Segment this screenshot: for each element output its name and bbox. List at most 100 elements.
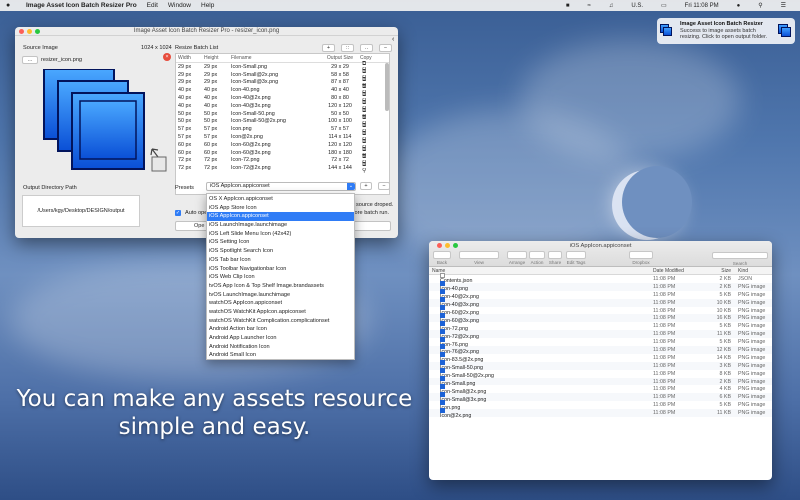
file-size: 16 KB (716, 315, 731, 322)
file-date-modified: 11:08 PM (653, 323, 676, 330)
preset-option[interactable]: iOS Web Clip Icon (207, 273, 354, 282)
preset-option[interactable]: Android Small Icon (207, 351, 354, 360)
row-width: 50 px (178, 110, 192, 117)
file-size: 5 KB (719, 402, 731, 409)
input-locale[interactable]: U.S. (631, 3, 643, 9)
row-output-size: 50 x 50 (331, 110, 349, 117)
preset-option[interactable]: iOS AppIcon.appiconset (207, 212, 354, 222)
menu-help[interactable]: Help (201, 2, 214, 9)
apple-icon[interactable]: ● (6, 2, 16, 9)
more-button[interactable]: .. (360, 44, 373, 52)
table-row[interactable]: 72 px 72 px Icon-72@2x.png 144 x 144 ⧉ ⚲ (176, 162, 389, 174)
remove-size-button[interactable]: − (379, 44, 392, 52)
back-forward-button[interactable]: Back (433, 251, 451, 265)
battery-icon[interactable]: ▭ (661, 2, 667, 9)
finder-window: iOS AppIcon.appiconset Back View Arrange… (429, 241, 772, 480)
preset-option[interactable]: iOS Tab bar Icon (207, 256, 354, 265)
collapse-icon[interactable]: ‹ (392, 36, 394, 43)
column-header-width[interactable]: Width (176, 55, 202, 61)
preset-option[interactable]: Android Notification Icon (207, 343, 354, 352)
action-button[interactable]: Action (529, 251, 545, 265)
file-size: 5 KB (719, 291, 731, 298)
row-output-size: 87 x 87 (331, 79, 349, 86)
preset-option[interactable]: iOS LaunchImage.launchimage (207, 221, 354, 230)
table-scrollbar[interactable] (385, 63, 389, 111)
file-date-modified: 11:08 PM (653, 275, 676, 282)
column-header-filename[interactable]: Filename (229, 55, 320, 61)
file-date-modified: 11:08 PM (653, 370, 676, 377)
row-height: 57 px (204, 126, 218, 133)
row-height: 40 px (204, 95, 218, 102)
column-header-kind[interactable]: Kind (735, 268, 772, 274)
presets-dropdown-menu[interactable]: OS X AppIcon.appiconset iOS App Store Ico… (206, 193, 355, 360)
user-icon[interactable]: ● (737, 3, 741, 9)
row-filename: Icon-72.png (231, 157, 260, 164)
row-height: 50 px (204, 118, 218, 125)
app-icon (778, 24, 792, 38)
notification-banner[interactable]: Image Asset Icon Batch Resizer Success t… (657, 18, 795, 44)
choose-source-button[interactable]: ... (22, 56, 38, 64)
file-date-modified: 11:08 PM (653, 339, 676, 346)
column-header-date-modified[interactable]: Date Modified (650, 268, 705, 274)
arrange-button[interactable]: Arrange (507, 251, 527, 265)
preset-option[interactable]: OS X AppIcon.appiconset (207, 195, 354, 204)
preset-option[interactable]: iOS Spotlight Search Icon (207, 247, 354, 256)
add-preset-button[interactable]: + (360, 182, 372, 190)
resize-batch-list-label: Resize Batch List (175, 45, 219, 51)
menu-edit[interactable]: Edit (147, 2, 158, 9)
preset-option[interactable]: watchOS WatchKit Complication.complicati… (207, 317, 354, 326)
file-row[interactable]: Icon@2x.png 11:08 PM 11 KB PNG image (429, 407, 772, 419)
grid-button[interactable]: :: (341, 44, 354, 52)
file-size: 3 KB (719, 362, 731, 369)
share-button[interactable]: Share (548, 251, 562, 265)
add-size-button[interactable]: + (322, 44, 335, 52)
row-filename: Icon.png (231, 126, 252, 133)
file-kind: PNG image (738, 339, 766, 346)
clear-source-icon[interactable]: × (163, 53, 171, 61)
preset-option[interactable]: Android App Launcher Icon (207, 334, 354, 343)
row-output-size: 58 x 58 (331, 71, 349, 78)
preset-option[interactable]: iOS Setting Icon (207, 238, 354, 247)
notification-center-icon[interactable]: ☰ (781, 2, 786, 9)
row-filename: Icon-Small-50.png (231, 110, 275, 117)
preset-option[interactable]: iOS Left Slide Menu Icon (42x42) (207, 230, 354, 239)
preset-option[interactable]: iOS App Store Icon (207, 204, 354, 213)
preset-option[interactable]: tvOS App Icon & Top Shelf Image.brandass… (207, 282, 354, 291)
presets-select[interactable]: iOS AppIcon.appiconset ⌄ (206, 182, 356, 191)
magnifier-icon[interactable]: ⚲ (360, 168, 366, 174)
column-header-output-size[interactable]: Output Size (320, 55, 358, 61)
finder-file-list: Contents.json 11:08 PM 2 KB JSON Icon-40.png… (429, 273, 772, 419)
volume-icon[interactable]: ♫ (609, 3, 614, 9)
preset-option[interactable]: iOS Toolbar Navigationbar Icon (207, 265, 354, 274)
preset-option[interactable]: Android Action bar Icon (207, 325, 354, 334)
preset-option[interactable]: watchOS WatchKit AppIcon.appiconset (207, 308, 354, 317)
chevron-down-icon: ⌄ (347, 183, 355, 190)
cloud (520, 40, 740, 160)
menubar: ● Image Asset Icon Batch Resizer Pro Edi… (0, 0, 800, 11)
preset-option[interactable]: watchOS AppIcon.appiconset (207, 299, 354, 308)
auto-open-checkbox[interactable]: ✓ (175, 210, 181, 216)
view-button[interactable]: View (459, 251, 499, 265)
row-width: 60 px (178, 149, 192, 156)
preset-option[interactable]: tvOS LaunchImage.launchimage (207, 291, 354, 300)
file-size: 11 KB (716, 331, 731, 338)
output-directory-field[interactable]: /Users/kgy/Desktop/DESIGN/output (22, 195, 140, 227)
dropbox-button[interactable]: Dropbox (629, 251, 653, 265)
menu-app-name[interactable]: Image Asset Icon Batch Resizer Pro (26, 2, 137, 9)
wifi-icon[interactable]: ≈ (588, 3, 591, 9)
file-kind: PNG image (738, 323, 766, 330)
menu-window[interactable]: Window (168, 2, 191, 9)
row-output-size: 72 x 72 (331, 157, 349, 164)
file-kind: PNG image (738, 315, 766, 322)
app-status-icon[interactable]: ■ (566, 3, 570, 9)
resize-batch-table[interactable]: Width Height Filename Output Size Copy 2… (175, 53, 390, 195)
column-header-height[interactable]: Height (202, 55, 229, 61)
clock[interactable]: Fri 11:08 PM (685, 3, 719, 9)
file-date-modified: 11:08 PM (653, 331, 676, 338)
column-header-size[interactable]: Size (705, 268, 735, 274)
edit-tags-button[interactable]: Edit Tags (566, 251, 586, 265)
source-image-preview[interactable] (22, 69, 169, 179)
search-icon[interactable]: ⚲ (758, 2, 762, 9)
finder-search-input[interactable] (712, 252, 768, 259)
remove-preset-button[interactable]: − (378, 182, 390, 190)
